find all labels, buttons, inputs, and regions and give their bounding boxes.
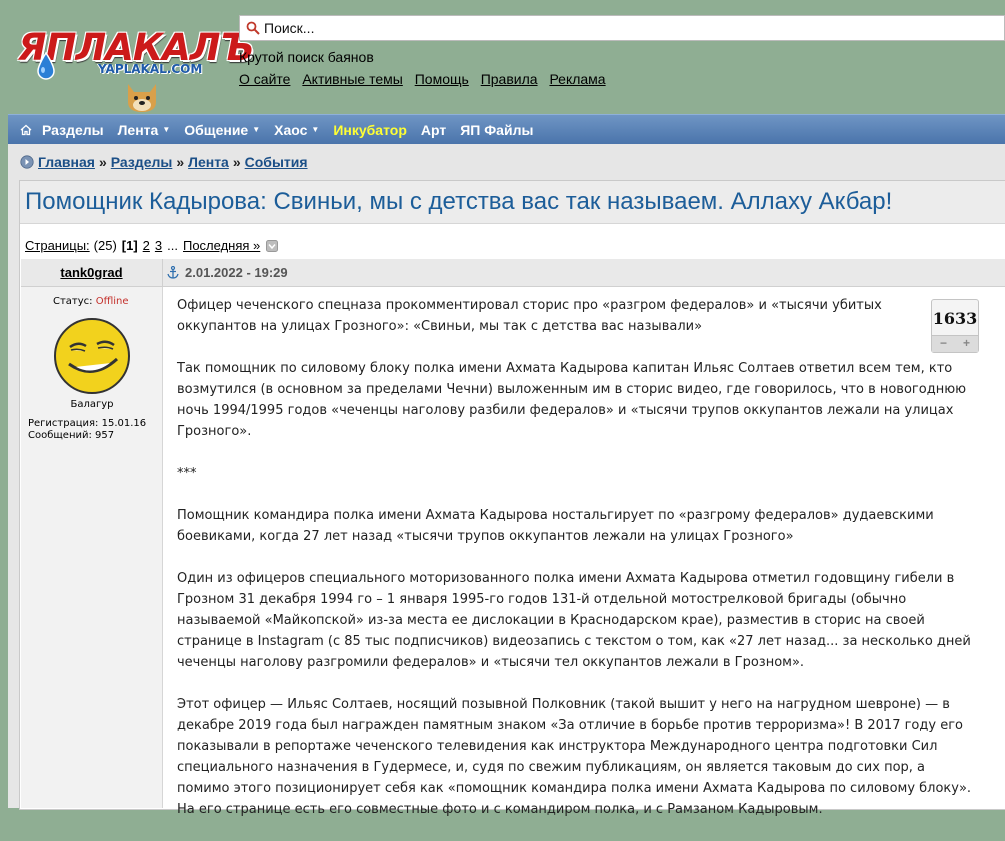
author-panel: Статус: Offline Балагур Регистрация: 15.…: [21, 287, 163, 808]
pagination: Страницы: (25) [1] 2 3 ... Последняя »: [25, 238, 279, 253]
breadcrumb-events[interactable]: События: [245, 154, 308, 170]
nav-label: ЯП Файлы: [460, 121, 534, 138]
breadcrumb-separator: »: [232, 154, 241, 170]
anchor-icon[interactable]: [167, 266, 179, 279]
nav-chaos[interactable]: Хаос ▼: [274, 122, 319, 138]
nav-art[interactable]: Арт: [421, 122, 446, 138]
search-icon[interactable]: [246, 21, 260, 35]
search-bar[interactable]: [239, 15, 1005, 41]
post-paragraph: Помощник командира полка имени Ахмата Ка…: [177, 508, 934, 544]
author-name[interactable]: tank0grad: [60, 265, 122, 280]
current-page: [1]: [121, 238, 138, 253]
nav-label: Инкубатор: [333, 121, 407, 138]
nav-label: Арт: [420, 121, 447, 138]
nav-feed[interactable]: Лента ▼: [118, 122, 171, 138]
post-date-header: 2.01.2022 - 19:29: [163, 259, 1005, 287]
post-author-header: tank0grad: [21, 259, 163, 287]
author-rank: Балагур: [70, 399, 114, 410]
post-paragraph: ***: [177, 466, 197, 481]
nav-files[interactable]: ЯП Файлы: [460, 122, 533, 138]
home-icon[interactable]: [20, 124, 32, 136]
status-badge: Offline: [95, 296, 129, 307]
nav-label: Разделы: [42, 121, 104, 138]
topic-title: Помощник Кадырова: Свиньи, мы с детства …: [25, 188, 893, 215]
page-link-2[interactable]: 2: [143, 238, 150, 253]
post-date: 2.01.2022 - 19:29: [185, 265, 288, 280]
pages-count: (25): [93, 238, 117, 253]
pages-ellipsis: ...: [167, 238, 178, 253]
caret-down-icon: ▼: [311, 125, 320, 134]
nav-sections[interactable]: Разделы: [42, 122, 104, 138]
nav-label: Лента: [117, 121, 159, 138]
nav-incubator[interactable]: Инкубатор: [333, 122, 407, 138]
last-page-link[interactable]: Последняя »: [183, 238, 260, 253]
registration-date: Регистрация: 15.01.16: [28, 418, 147, 429]
caret-down-icon: ▼: [162, 125, 171, 134]
post-paragraph: Один из офицеров специального моторизова…: [177, 571, 971, 670]
message-count: Сообщений: 957: [28, 430, 115, 441]
post-paragraph: Так помощник по силовому блоку полка име…: [177, 361, 967, 439]
breadcrumb-separator: »: [176, 154, 185, 170]
breadcrumb-sections[interactable]: Разделы: [111, 154, 173, 170]
main-nav: Разделы Лента ▼ Общение ▼ Хаос ▼ Инкубатор …: [8, 114, 1005, 144]
logo-subtitle: YAPLAKAL.COM: [98, 62, 203, 76]
link-rules[interactable]: Правила: [481, 71, 538, 87]
post-paragraph: Офицер чеченского спецназа прокомментиро…: [177, 298, 882, 334]
breadcrumb-home[interactable]: Главная: [38, 154, 95, 170]
page-link-3[interactable]: 3: [155, 238, 162, 253]
nav-label: Общение: [184, 121, 249, 138]
top-links: О сайте Активные темы Помощь Правила Рек…: [239, 71, 614, 87]
nav-communication[interactable]: Общение ▼: [184, 122, 260, 138]
breadcrumb: Главная » Разделы » Лента » События: [20, 154, 308, 170]
link-help[interactable]: Помощь: [415, 71, 469, 87]
breadcrumb-feed[interactable]: Лента: [188, 154, 229, 170]
scroll-down-icon[interactable]: [266, 239, 279, 252]
tagline: Крутой поиск баянов: [239, 49, 374, 65]
post-paragraph: Этот офицер — Ильяс Солтаев, носящий поз…: [177, 697, 972, 817]
post-body: Офицер чеченского спецназа прокомментиро…: [177, 295, 977, 841]
caret-down-icon: ▼: [252, 125, 261, 134]
avatar[interactable]: [53, 317, 131, 395]
pages-label[interactable]: Страницы:: [25, 238, 90, 253]
author-status: Статус: Offline: [53, 296, 129, 307]
status-label: Статус:: [53, 296, 93, 307]
arrow-circle-icon: [20, 155, 34, 169]
link-about[interactable]: О сайте: [239, 71, 290, 87]
author-stats: Регистрация: 15.01.16 Сообщений: 957: [28, 418, 146, 442]
main-content: Главная » Разделы » Лента » События Помо…: [8, 144, 1005, 817]
link-ads[interactable]: Реклама: [549, 71, 605, 87]
water-drop-icon: [37, 52, 55, 80]
nav-label: Хаос: [274, 121, 308, 138]
site-logo[interactable]: ЯПЛАКАЛЪ YAPLAKAL.COM: [18, 22, 254, 117]
link-active-topics[interactable]: Активные темы: [302, 71, 403, 87]
topic-container: Помощник Кадырова: Свиньи, мы с детства …: [19, 180, 1005, 817]
search-input[interactable]: [264, 20, 964, 36]
breadcrumb-separator: »: [98, 154, 107, 170]
doge-mascot-icon: [128, 84, 156, 112]
